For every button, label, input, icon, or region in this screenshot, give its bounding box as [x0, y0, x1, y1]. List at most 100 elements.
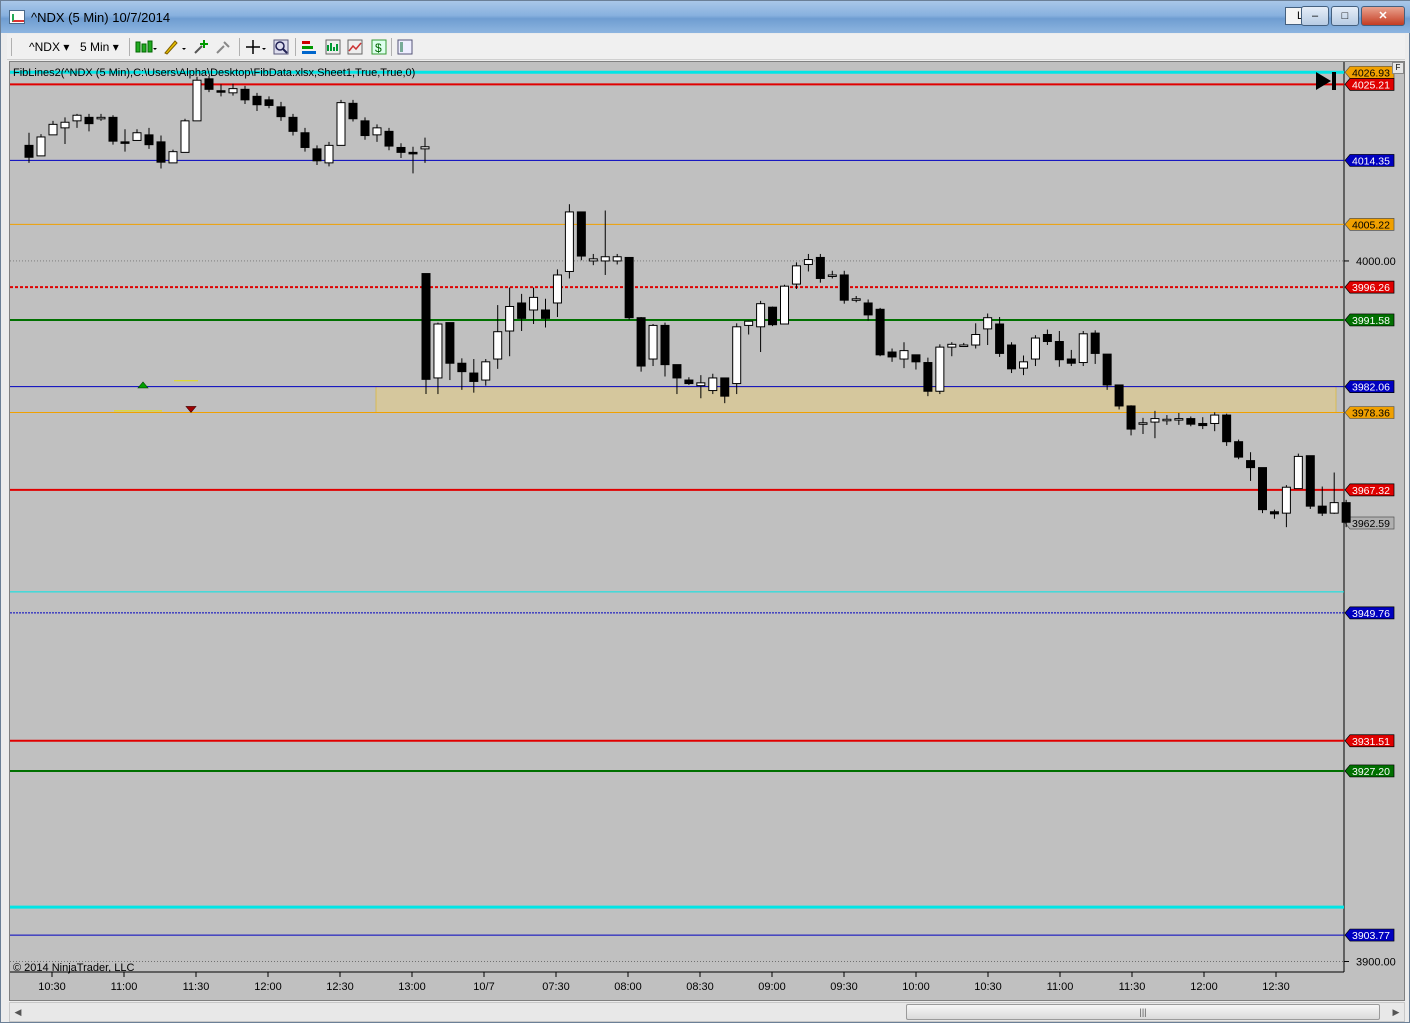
candle-up[interactable]	[1329, 502, 1339, 514]
maximize-button[interactable]: □	[1331, 6, 1359, 26]
candle-down[interactable]	[1066, 358, 1076, 364]
candle-up[interactable]	[648, 324, 658, 360]
candle-down[interactable]	[1305, 455, 1315, 507]
horizontal-scrollbar[interactable]: ◀ ||| ▶	[9, 1002, 1405, 1022]
candle-up[interactable]	[1281, 486, 1291, 514]
candle-down[interactable]	[660, 324, 670, 366]
pointer-tool-icon[interactable]	[215, 39, 231, 55]
candle-up[interactable]	[1293, 455, 1303, 490]
candle-up[interactable]	[791, 265, 801, 285]
order-entry-icon[interactable]	[301, 39, 317, 55]
candle-up[interactable]	[96, 116, 106, 120]
candle-up[interactable]	[1150, 418, 1160, 423]
candle-up[interactable]	[336, 102, 346, 146]
candle-down[interactable]	[288, 116, 298, 132]
panel-flag[interactable]: F	[1392, 62, 1404, 74]
candle-up[interactable]	[324, 144, 334, 164]
candle-down[interactable]	[1186, 418, 1196, 425]
candle-down[interactable]	[995, 323, 1005, 354]
candle-down[interactable]	[672, 364, 682, 379]
candle-up[interactable]	[505, 305, 515, 332]
candle-down[interactable]	[421, 273, 431, 380]
candle-up[interactable]	[1174, 418, 1184, 421]
candle-down[interactable]	[576, 211, 586, 257]
candle-up[interactable]	[36, 136, 46, 157]
candle-up[interactable]	[899, 350, 909, 360]
candle-down[interactable]	[300, 132, 310, 148]
candle-up[interactable]	[433, 323, 443, 379]
minimize-button[interactable]: –	[1301, 6, 1329, 26]
candle-up[interactable]	[851, 298, 861, 301]
candle-up[interactable]	[1162, 418, 1172, 422]
candle-down[interactable]	[396, 146, 406, 153]
close-button[interactable]: ✕	[1361, 6, 1405, 26]
candle-up[interactable]	[612, 256, 622, 262]
candle-down[interactable]	[720, 377, 730, 397]
candle-down[interactable]	[1222, 414, 1232, 443]
candle-down[interactable]	[624, 256, 634, 319]
candle-down[interactable]	[348, 102, 358, 120]
candle-down[interactable]	[815, 256, 825, 279]
candle-up[interactable]	[60, 121, 70, 129]
candle-up[interactable]	[600, 256, 610, 262]
candle-down[interactable]	[1126, 405, 1136, 430]
candle-down[interactable]	[312, 148, 322, 162]
candle-up[interactable]	[827, 274, 837, 277]
candle-down[interactable]	[156, 141, 166, 163]
candle-down[interactable]	[360, 120, 370, 137]
candle-up[interactable]	[1078, 333, 1088, 364]
candle-down[interactable]	[457, 362, 467, 373]
candle-up[interactable]	[696, 382, 706, 387]
candle-down[interactable]	[1090, 332, 1100, 354]
scroll-left-icon[interactable]: ◀	[12, 1006, 24, 1018]
candle-down[interactable]	[636, 317, 646, 367]
candle-up[interactable]	[971, 334, 981, 346]
candle-up[interactable]	[493, 331, 503, 360]
candle-up[interactable]	[1019, 361, 1028, 369]
candle-up[interactable]	[744, 320, 754, 326]
scroll-thumb[interactable]: |||	[906, 1004, 1380, 1020]
candle-up[interactable]	[708, 377, 718, 392]
candle-up[interactable]	[168, 151, 178, 164]
strategies-icon[interactable]	[347, 39, 363, 55]
candle-up[interactable]	[803, 259, 813, 265]
candle-down[interactable]	[1198, 422, 1208, 427]
skip-to-end-icon[interactable]	[1314, 70, 1338, 92]
candle-down[interactable]	[108, 116, 118, 142]
candle-up[interactable]	[529, 296, 539, 311]
candle-down[interactable]	[684, 379, 694, 385]
candle-down[interactable]	[875, 308, 885, 356]
indicators-icon[interactable]	[325, 39, 341, 55]
candle-up[interactable]	[732, 326, 742, 385]
candle-down[interactable]	[1102, 353, 1112, 386]
candle-up[interactable]	[420, 146, 430, 150]
candle-down[interactable]	[252, 95, 262, 106]
candle-down[interactable]	[24, 144, 34, 158]
price-chart[interactable]: 4000.00 3900.00 4026.934025.21 4014.35 4005.…	[10, 62, 1404, 1000]
drawing-tool-icon[interactable]	[163, 39, 187, 55]
candle-down[interactable]	[1042, 334, 1052, 343]
candle-up[interactable]	[935, 346, 945, 392]
candle-down[interactable]	[1269, 511, 1279, 515]
candle-down[interactable]	[863, 302, 873, 316]
candle-down[interactable]	[1317, 505, 1327, 514]
candle-up[interactable]	[180, 120, 190, 153]
crosshair-icon[interactable]	[245, 39, 267, 55]
candle-down[interactable]	[408, 151, 418, 155]
candle-down[interactable]	[1258, 467, 1267, 511]
candle-down[interactable]	[204, 78, 214, 90]
candle-up[interactable]	[1210, 414, 1220, 424]
candle-down[interactable]	[1007, 344, 1017, 370]
candle-down[interactable]	[517, 302, 527, 319]
candle-up[interactable]	[780, 285, 789, 325]
candle-up[interactable]	[983, 317, 993, 330]
candle-down[interactable]	[144, 134, 154, 146]
candle-down[interactable]	[911, 354, 921, 363]
candle-down[interactable]	[1246, 460, 1256, 469]
properties-icon[interactable]	[397, 39, 413, 55]
candle-up[interactable]	[48, 123, 58, 136]
candle-down[interactable]	[1341, 502, 1351, 523]
candle-down[interactable]	[839, 274, 849, 301]
chart-panel[interactable]: 4000.00 3900.00 4026.93 4025.21 4014.35 4005.…	[9, 61, 1405, 1001]
candle-up[interactable]	[564, 211, 574, 272]
